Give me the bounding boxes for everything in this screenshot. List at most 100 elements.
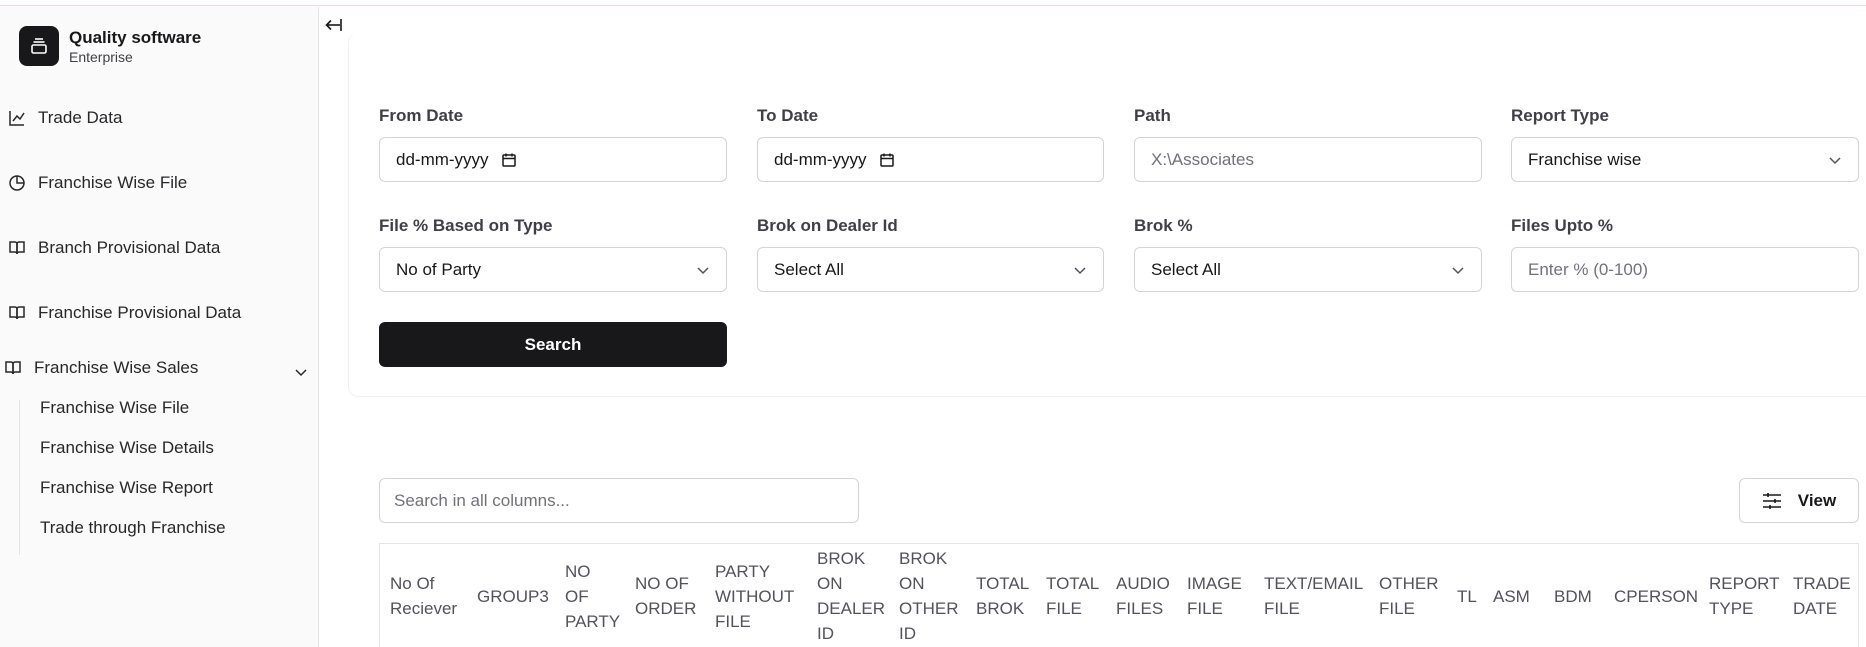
column-header-line: BDM (1554, 586, 1592, 606)
submenu-item-franchise-wise-file[interactable]: Franchise Wise File (40, 398, 189, 418)
from-date-value: dd-mm-yyyy (396, 149, 489, 169)
column-header-line: FILE (1187, 599, 1223, 618)
column-header[interactable]: AUDIO FILES (1116, 544, 1170, 647)
column-header[interactable]: ASM (1493, 544, 1530, 647)
column-header[interactable]: CPERSON (1614, 544, 1698, 647)
sidebar-item-label: Trade Data (38, 108, 123, 127)
brand[interactable]: Quality software Enterprise (19, 26, 201, 66)
column-header-label: TRADE DATE (1793, 571, 1851, 621)
column-header[interactable]: REPORT TYPE (1709, 544, 1780, 647)
sidebar-item-label: Franchise Wise File (38, 173, 188, 192)
column-header-line: TRADE (1793, 574, 1851, 593)
column-header-line: TYPE (1709, 599, 1754, 618)
column-header[interactable]: PARTY WITHOUT FILE (715, 544, 794, 647)
column-header[interactable]: BROK ON DEALER ID (817, 544, 885, 647)
column-header[interactable]: NO OF PARTY (565, 544, 620, 647)
files-upto-input[interactable]: Enter % (0-100) (1511, 247, 1859, 292)
from-date-input[interactable]: dd-mm-yyyy (379, 137, 727, 182)
report-type-select[interactable]: Franchise wise (1511, 137, 1859, 182)
sidebar-item-label: Franchise Wise Sales (34, 358, 199, 377)
column-header-line: IMAGE (1187, 574, 1242, 593)
sidebar-item-label: Branch Provisional Data (38, 238, 221, 257)
sidebar-item-label: Franchise Provisional Data (38, 303, 242, 322)
column-header[interactable]: OTHER FILE (1379, 544, 1439, 647)
brok-pct-value: Select All (1151, 259, 1221, 279)
submenu-item-trade-through-franchise[interactable]: Trade through Franchise (40, 518, 226, 538)
collapse-sidebar-icon[interactable] (322, 14, 344, 36)
brok-dealer-label: Brok on Dealer Id (757, 216, 898, 235)
column-header-line: CPERSON (1614, 586, 1699, 606)
sidebar-item-franchise-provisional-data[interactable]: Franchise Provisional Data (8, 303, 241, 323)
report-type-value: Franchise wise (1528, 149, 1642, 169)
chevron-down-icon[interactable] (294, 365, 308, 384)
to-date-input[interactable]: dd-mm-yyyy (757, 137, 1104, 182)
brok-dealer-value: Select All (774, 259, 844, 279)
view-label: View (1797, 490, 1837, 510)
column-header[interactable]: IMAGE FILE (1187, 544, 1242, 647)
column-header[interactable]: TOTAL BROK (976, 544, 1029, 647)
app-title: Quality software (69, 27, 202, 47)
column-header-line: DATE (1793, 599, 1838, 618)
path-input[interactable]: X:\Associates (1134, 137, 1482, 182)
book-icon (9, 306, 25, 320)
column-header-line: FILE (1264, 599, 1300, 618)
column-header-label: TOTAL BROK (976, 571, 1029, 621)
file-pct-type-select[interactable]: No of Party (379, 247, 727, 292)
view-options-button[interactable]: View (1739, 478, 1859, 523)
column-header-label: AUDIO FILES (1116, 571, 1170, 621)
column-header[interactable]: TL (1457, 544, 1477, 647)
column-header[interactable]: No Of Reciever (390, 544, 457, 647)
submenu-item-franchise-wise-report[interactable]: Franchise Wise Report (40, 478, 213, 498)
column-header-line: ID (899, 624, 916, 643)
column-header-line: AUDIO (1116, 574, 1170, 593)
chevron-down-icon (697, 266, 709, 274)
column-header-line: GROUP3 (477, 586, 549, 606)
from-date-label: From Date (379, 106, 464, 125)
column-header[interactable]: BDM (1554, 544, 1592, 647)
column-header-label: No Of Reciever (390, 571, 457, 621)
column-header[interactable]: NO OF ORDER (635, 544, 696, 647)
brok-dealer-select[interactable]: Select All (757, 247, 1104, 292)
column-header-line: No Of (390, 574, 435, 593)
column-header-line: FILE (1046, 599, 1082, 618)
table-search-input[interactable]: Search in all columns... (379, 478, 859, 523)
column-header-line: REPORT (1709, 574, 1780, 593)
sidebar-item-franchise-wise-file[interactable]: Franchise Wise File (8, 173, 187, 193)
column-header[interactable]: GROUP3 (477, 544, 549, 647)
sidebar-item-franchise-wise-sales[interactable]: Franchise Wise Sales (4, 358, 198, 378)
search-button[interactable]: Search (379, 322, 727, 367)
column-header[interactable]: TRADE DATE (1793, 544, 1851, 647)
column-header[interactable]: TOTAL FILE (1046, 544, 1099, 647)
column-header-line: NO (565, 561, 591, 581)
report-type-label: Report Type (1511, 106, 1609, 125)
column-header-label: GROUP3 (477, 584, 549, 609)
column-header-line: TOTAL (1046, 574, 1100, 593)
column-header[interactable]: BROK ON OTHER ID (899, 544, 959, 647)
column-header-line: FILE (715, 611, 751, 631)
column-header-line: DEALER (817, 599, 886, 618)
sidebar-item-trade-data[interactable]: Trade Data (8, 108, 122, 128)
sidebar: Quality software Enterprise Trade Data F… (0, 7, 319, 647)
file-pct-type-label: File % Based on Type (379, 216, 553, 235)
column-header-line: BROK (899, 549, 948, 568)
column-header-line: TOTAL (976, 574, 1030, 593)
submenu-item-franchise-wise-details[interactable]: Franchise Wise Details (40, 438, 214, 458)
column-header-label: TOTAL FILE (1046, 571, 1099, 621)
sidebar-item-branch-provisional-data[interactable]: Branch Provisional Data (8, 238, 220, 258)
brok-pct-select[interactable]: Select All (1134, 247, 1482, 292)
column-header-line: BROK (976, 599, 1025, 618)
column-header-label: TL (1457, 584, 1477, 609)
column-header-label: TEXT/EMAIL FILE (1264, 571, 1363, 621)
column-header-line: FILE (1379, 599, 1415, 618)
path-placeholder: X:\Associates (1151, 149, 1254, 169)
calendar-icon[interactable] (879, 152, 895, 168)
column-header-label: BDM (1554, 584, 1592, 609)
chevron-down-icon (1452, 266, 1464, 274)
submenu-divider (19, 400, 20, 555)
calendar-icon[interactable] (501, 152, 517, 168)
to-date-label: To Date (757, 106, 819, 125)
table-search-placeholder: Search in all columns... (394, 490, 570, 510)
column-header[interactable]: TEXT/EMAIL FILE (1264, 544, 1363, 647)
column-header-label: ASM (1493, 584, 1530, 609)
column-header-label: IMAGE FILE (1187, 571, 1242, 621)
